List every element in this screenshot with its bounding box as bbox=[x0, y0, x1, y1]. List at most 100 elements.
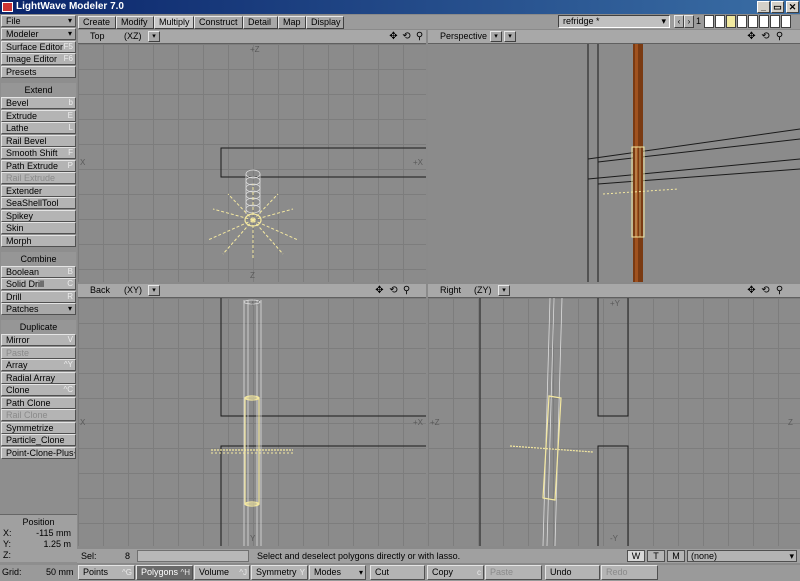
extender-button[interactable]: Extender bbox=[1, 185, 76, 197]
layer-box-1[interactable] bbox=[704, 15, 714, 28]
tab-modify[interactable]: Modify bbox=[116, 16, 154, 29]
modeler-menu[interactable]: Modeler ▾ bbox=[1, 28, 76, 40]
chevron-down-icon: ▾ bbox=[661, 16, 666, 26]
perspective-viewport-label: Perspective bbox=[440, 31, 488, 41]
tab-display[interactable]: Display bbox=[306, 16, 344, 29]
mirror-button[interactable]: Mirror V bbox=[1, 334, 76, 346]
selection-count: 8 bbox=[125, 551, 131, 561]
polygons-mode-button[interactable]: Polygons ^H bbox=[136, 565, 193, 580]
boolean-button[interactable]: Boolean B bbox=[1, 266, 76, 278]
bevel-button[interactable]: Bevel b bbox=[1, 97, 76, 109]
move-view-icon[interactable]: ✥ bbox=[374, 285, 385, 296]
right-viewport[interactable]: +Y Z +Z -Y bbox=[428, 298, 800, 546]
chevron-down-icon[interactable]: ▾ bbox=[148, 31, 160, 42]
zoom-view-icon[interactable]: ⚲ bbox=[774, 285, 785, 296]
redo-button[interactable]: Redo bbox=[601, 565, 658, 580]
rail-bevel-button[interactable]: Rail Bevel bbox=[1, 135, 76, 147]
move-view-icon[interactable]: ✥ bbox=[388, 31, 399, 42]
copy-button[interactable]: Copy c bbox=[427, 565, 484, 580]
top-viewport[interactable]: +Z +X X Z bbox=[78, 44, 426, 282]
close-button[interactable]: ✕ bbox=[786, 1, 799, 13]
layer-box-6[interactable] bbox=[759, 15, 769, 28]
symmetrize-button[interactable]: Symmetrize bbox=[1, 422, 76, 434]
paste-tool-button[interactable]: Paste bbox=[1, 347, 76, 359]
morph-button[interactable]: Morph bbox=[1, 235, 76, 247]
next-layer-button[interactable]: › bbox=[684, 15, 694, 28]
tab-create[interactable]: Create bbox=[78, 16, 116, 29]
surface-editor-button[interactable]: Surface Editor F5 bbox=[1, 41, 76, 53]
zoom-view-icon[interactable]: ⚲ bbox=[401, 285, 412, 296]
rotate-view-icon[interactable]: ⟲ bbox=[401, 31, 412, 42]
back-viewport-axes[interactable]: (XY) bbox=[124, 284, 142, 297]
back-viewport-header: Back (XY) ▾ ✥ ⟲ ⚲ bbox=[78, 284, 426, 298]
drill-button[interactable]: Drill R bbox=[1, 291, 76, 303]
path-extrude-button[interactable]: Path Extrude P bbox=[1, 160, 76, 172]
move-view-icon[interactable]: ✥ bbox=[746, 31, 757, 42]
layer-box-8[interactable] bbox=[781, 15, 791, 28]
zoom-view-icon[interactable]: ⚲ bbox=[774, 31, 785, 42]
file-menu[interactable]: File ▾ bbox=[1, 15, 76, 27]
path-clone-button[interactable]: Path Clone bbox=[1, 397, 76, 409]
extrude-button[interactable]: Extrude E bbox=[1, 110, 76, 122]
point-clone-plus-button[interactable]: Point-Clone-Plus+ bbox=[1, 447, 76, 459]
chevron-down-icon[interactable]: ▾ bbox=[504, 31, 516, 42]
layer-box-5[interactable] bbox=[748, 15, 758, 28]
material-toggle[interactable]: M bbox=[667, 550, 685, 562]
array-button[interactable]: Array ^Y bbox=[1, 359, 76, 371]
skin-button[interactable]: Skin bbox=[1, 222, 76, 234]
chevron-down-icon: ▾ bbox=[789, 551, 794, 561]
paste-button[interactable]: Paste bbox=[485, 565, 542, 580]
patches-menu[interactable]: Patches ▾ bbox=[1, 303, 76, 315]
solid-drill-button[interactable]: Solid Drill C bbox=[1, 278, 76, 290]
surface-select[interactable]: (none) ▾ bbox=[687, 550, 797, 562]
window-title: LightWave Modeler 7.0 bbox=[16, 1, 124, 12]
chevron-down-icon[interactable]: ▾ bbox=[148, 285, 160, 296]
tab-map[interactable]: Map bbox=[278, 16, 306, 29]
top-viewport-axes[interactable]: (XZ) bbox=[124, 30, 142, 43]
layer-box-4[interactable] bbox=[737, 15, 747, 28]
position-panel: Position X: -115 mm Y: 1.25 m Z: bbox=[0, 514, 77, 562]
position-x-label: X: bbox=[3, 528, 12, 538]
clone-button[interactable]: Clone ^C bbox=[1, 384, 76, 396]
texture-toggle[interactable]: T bbox=[647, 550, 665, 562]
top-viewport-geometry bbox=[207, 147, 426, 259]
move-view-icon[interactable]: ✥ bbox=[746, 285, 757, 296]
wireframe-toggle[interactable]: W bbox=[627, 550, 645, 562]
smooth-shift-button[interactable]: Smooth Shift F bbox=[1, 147, 76, 159]
zoom-view-icon[interactable]: ⚲ bbox=[414, 31, 425, 42]
spikey-button[interactable]: Spikey bbox=[1, 210, 76, 222]
cut-button[interactable]: Cut bbox=[370, 565, 425, 580]
symmetry-button[interactable]: Symmetry Y bbox=[251, 565, 308, 580]
rotate-view-icon[interactable]: ⟲ bbox=[388, 285, 399, 296]
duplicate-group-title: Duplicate bbox=[1, 320, 76, 334]
chevron-down-icon[interactable]: ▾ bbox=[490, 31, 502, 42]
tab-multiply[interactable]: Multiply bbox=[154, 16, 194, 29]
layer-box-7[interactable] bbox=[770, 15, 780, 28]
image-editor-button[interactable]: Image Editor F6 bbox=[1, 53, 76, 65]
back-viewport[interactable]: +Y +X X Y bbox=[78, 298, 426, 546]
rail-clone-button[interactable]: Rail Clone bbox=[1, 409, 76, 421]
undo-button[interactable]: Undo bbox=[545, 565, 600, 580]
presets-button[interactable]: Presets bbox=[1, 66, 76, 78]
points-mode-button[interactable]: Points ^G bbox=[78, 565, 135, 580]
rail-extrude-button[interactable]: Rail Extrude bbox=[1, 172, 76, 184]
object-selector[interactable]: refridge * ▾ bbox=[558, 15, 670, 28]
modes-menu[interactable]: Modes ▾ bbox=[309, 565, 366, 580]
rotate-view-icon[interactable]: ⟲ bbox=[760, 285, 771, 296]
perspective-viewport[interactable] bbox=[428, 44, 800, 282]
volume-mode-button[interactable]: Volume ^J bbox=[194, 565, 250, 580]
chevron-down-icon[interactable]: ▾ bbox=[498, 285, 510, 296]
minimize-button[interactable]: _ bbox=[757, 1, 770, 13]
particle-clone-button[interactable]: Particle_Clone bbox=[1, 434, 76, 446]
tab-detail[interactable]: Detail bbox=[243, 16, 278, 29]
lathe-button[interactable]: Lathe L bbox=[1, 122, 76, 134]
tab-construct[interactable]: Construct bbox=[194, 16, 243, 29]
radial-array-button[interactable]: Radial Array bbox=[1, 372, 76, 384]
seashelltool-button[interactable]: SeaShellTool bbox=[1, 197, 76, 209]
layer-box-3[interactable] bbox=[726, 15, 736, 28]
right-viewport-axes[interactable]: (ZY) bbox=[474, 284, 492, 297]
maximize-button[interactable]: ▭ bbox=[771, 1, 784, 13]
rotate-view-icon[interactable]: ⟲ bbox=[760, 31, 771, 42]
prev-layer-button[interactable]: ‹ bbox=[674, 15, 684, 28]
layer-box-2[interactable] bbox=[715, 15, 725, 28]
